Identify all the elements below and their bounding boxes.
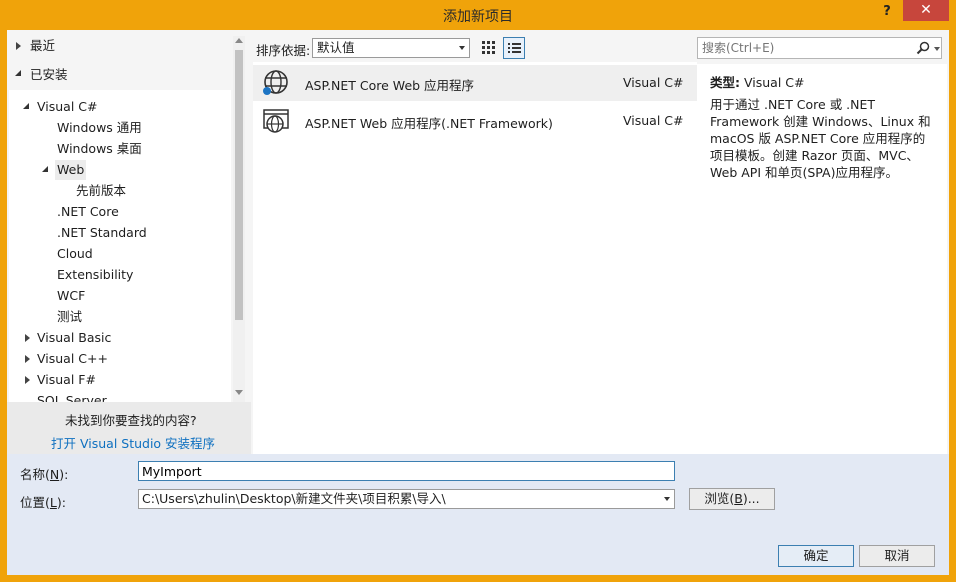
sort-select-value: 默认值 bbox=[317, 40, 355, 55]
tree-item-test[interactable]: 测试 bbox=[57, 307, 82, 327]
collapse-visual-csharp-icon[interactable] bbox=[23, 103, 29, 109]
name-field[interactable] bbox=[138, 461, 675, 481]
chevron-down-icon[interactable] bbox=[664, 497, 670, 501]
template-item-aspnet-core[interactable]: ASP.NET Core Web 应用程序 Visual C# bbox=[253, 65, 697, 101]
expand-visual-cpp-icon[interactable] bbox=[25, 355, 30, 363]
tree-scrollbar[interactable] bbox=[233, 36, 245, 402]
globe-core-icon bbox=[263, 70, 288, 95]
window-title: 添加新项目 bbox=[443, 9, 513, 25]
template-name: ASP.NET Core Web 应用程序 bbox=[305, 78, 475, 93]
description-text: 用于通过 .NET Core 或 .NET Framework 创建 Windo… bbox=[710, 97, 931, 180]
dialog-client: 最近 已安装 Visual C# Windows 通用 Windows 桌面 W… bbox=[7, 30, 949, 575]
scroll-thumb[interactable] bbox=[235, 50, 243, 320]
tree-item-visual-cpp[interactable]: Visual C++ bbox=[37, 349, 108, 369]
tree-item-recent[interactable]: 最近 bbox=[30, 36, 55, 56]
template-name: ASP.NET Web 应用程序(.NET Framework) bbox=[305, 116, 553, 131]
name-label: 名称(N): bbox=[20, 467, 69, 482]
category-header: 最近 已安装 bbox=[7, 30, 253, 90]
tree-item-windows-universal[interactable]: Windows 通用 bbox=[57, 118, 142, 138]
scroll-down-arrow-icon[interactable] bbox=[235, 390, 243, 395]
tree-item-net-core[interactable]: .NET Core bbox=[57, 202, 119, 222]
template-description: 类型: Visual C# 用于通过 .NET Core 或 .NET Fram… bbox=[697, 64, 947, 454]
location-value: C:\Users\zhulin\Desktop\新建文件夹\项目积累\导入\ bbox=[142, 491, 446, 506]
description-type-value: Visual C# bbox=[743, 75, 805, 90]
sort-toolbar: 排序依据: 默认值 bbox=[253, 36, 703, 62]
tree-item-net-standard[interactable]: .NET Standard bbox=[57, 223, 147, 243]
tree-item-previous-version[interactable]: 先前版本 bbox=[76, 181, 126, 201]
description-type: 类型: Visual C# bbox=[710, 72, 804, 91]
title-bar[interactable]: 添加新项目 ? ✕ bbox=[0, 0, 956, 30]
tree-item-visual-csharp[interactable]: Visual C# bbox=[37, 97, 98, 117]
expand-visual-basic-icon[interactable] bbox=[25, 334, 30, 342]
small-icons-view-icon[interactable] bbox=[480, 39, 498, 57]
tree-item-windows-desktop[interactable]: Windows 桌面 bbox=[57, 139, 142, 159]
dialog-window: 添加新项目 ? ✕ 最近 已安装 Visual C# Windows 通用 Wi… bbox=[0, 0, 956, 582]
description-type-label: 类型: bbox=[710, 75, 740, 90]
search-options-chevron-icon[interactable] bbox=[934, 47, 940, 51]
tree-item-installed[interactable]: 已安装 bbox=[30, 65, 68, 85]
tree-item-visual-basic[interactable]: Visual Basic bbox=[37, 328, 111, 348]
location-label: 位置(L): bbox=[20, 495, 66, 510]
sort-label: 排序依据: bbox=[256, 43, 311, 58]
scroll-up-arrow-icon[interactable] bbox=[235, 38, 243, 43]
expand-visual-fsharp-icon[interactable] bbox=[25, 376, 30, 384]
not-found-question: 未找到你要查找的内容? bbox=[65, 413, 197, 428]
template-language: Visual C# bbox=[623, 75, 684, 90]
tree-item-visual-fsharp[interactable]: Visual F# bbox=[37, 370, 96, 390]
globe-framework-icon bbox=[263, 109, 289, 133]
search-box[interactable] bbox=[697, 37, 942, 59]
sort-select[interactable]: 默认值 bbox=[312, 38, 470, 58]
template-list: ASP.NET Core Web 应用程序 Visual C# ASP.NET … bbox=[253, 62, 697, 454]
tree-item-cloud[interactable]: Cloud bbox=[57, 244, 93, 264]
collapse-web-icon[interactable] bbox=[42, 166, 48, 172]
close-button[interactable]: ✕ bbox=[903, 0, 949, 21]
cancel-button[interactable]: 取消 bbox=[859, 545, 935, 567]
list-view-icon[interactable] bbox=[503, 37, 525, 59]
template-tree[interactable]: Visual C# Windows 通用 Windows 桌面 Web 先前版本… bbox=[9, 90, 231, 402]
search-icon[interactable] bbox=[916, 41, 930, 55]
help-button[interactable]: ? bbox=[876, 2, 898, 22]
project-form: 名称(N): 位置(L): C:\Users\zhulin\Desktop\新建… bbox=[7, 454, 949, 575]
tree-item-web[interactable]: Web bbox=[55, 160, 87, 180]
browse-button[interactable]: 浏览(B)... bbox=[689, 488, 775, 510]
chevron-down-icon bbox=[459, 46, 465, 50]
template-language: Visual C# bbox=[623, 113, 684, 128]
not-found-panel: 未找到你要查找的内容? 打开 Visual Studio 安装程序 bbox=[7, 402, 251, 454]
tree-item-wcf[interactable]: WCF bbox=[57, 286, 85, 306]
open-installer-link[interactable]: 打开 Visual Studio 安装程序 bbox=[51, 433, 215, 452]
tree-item-sql-server[interactable]: SQL Server bbox=[37, 391, 107, 402]
search-input[interactable] bbox=[702, 40, 902, 56]
tree-item-extensibility[interactable]: Extensibility bbox=[57, 265, 133, 285]
template-item-aspnet-framework[interactable]: ASP.NET Web 应用程序(.NET Framework) Visual … bbox=[253, 103, 697, 139]
expand-recent-icon[interactable] bbox=[16, 42, 21, 50]
ok-button[interactable]: 确定 bbox=[778, 545, 854, 567]
location-field[interactable]: C:\Users\zhulin\Desktop\新建文件夹\项目积累\导入\ bbox=[138, 489, 675, 509]
collapse-installed-icon[interactable] bbox=[15, 70, 21, 76]
